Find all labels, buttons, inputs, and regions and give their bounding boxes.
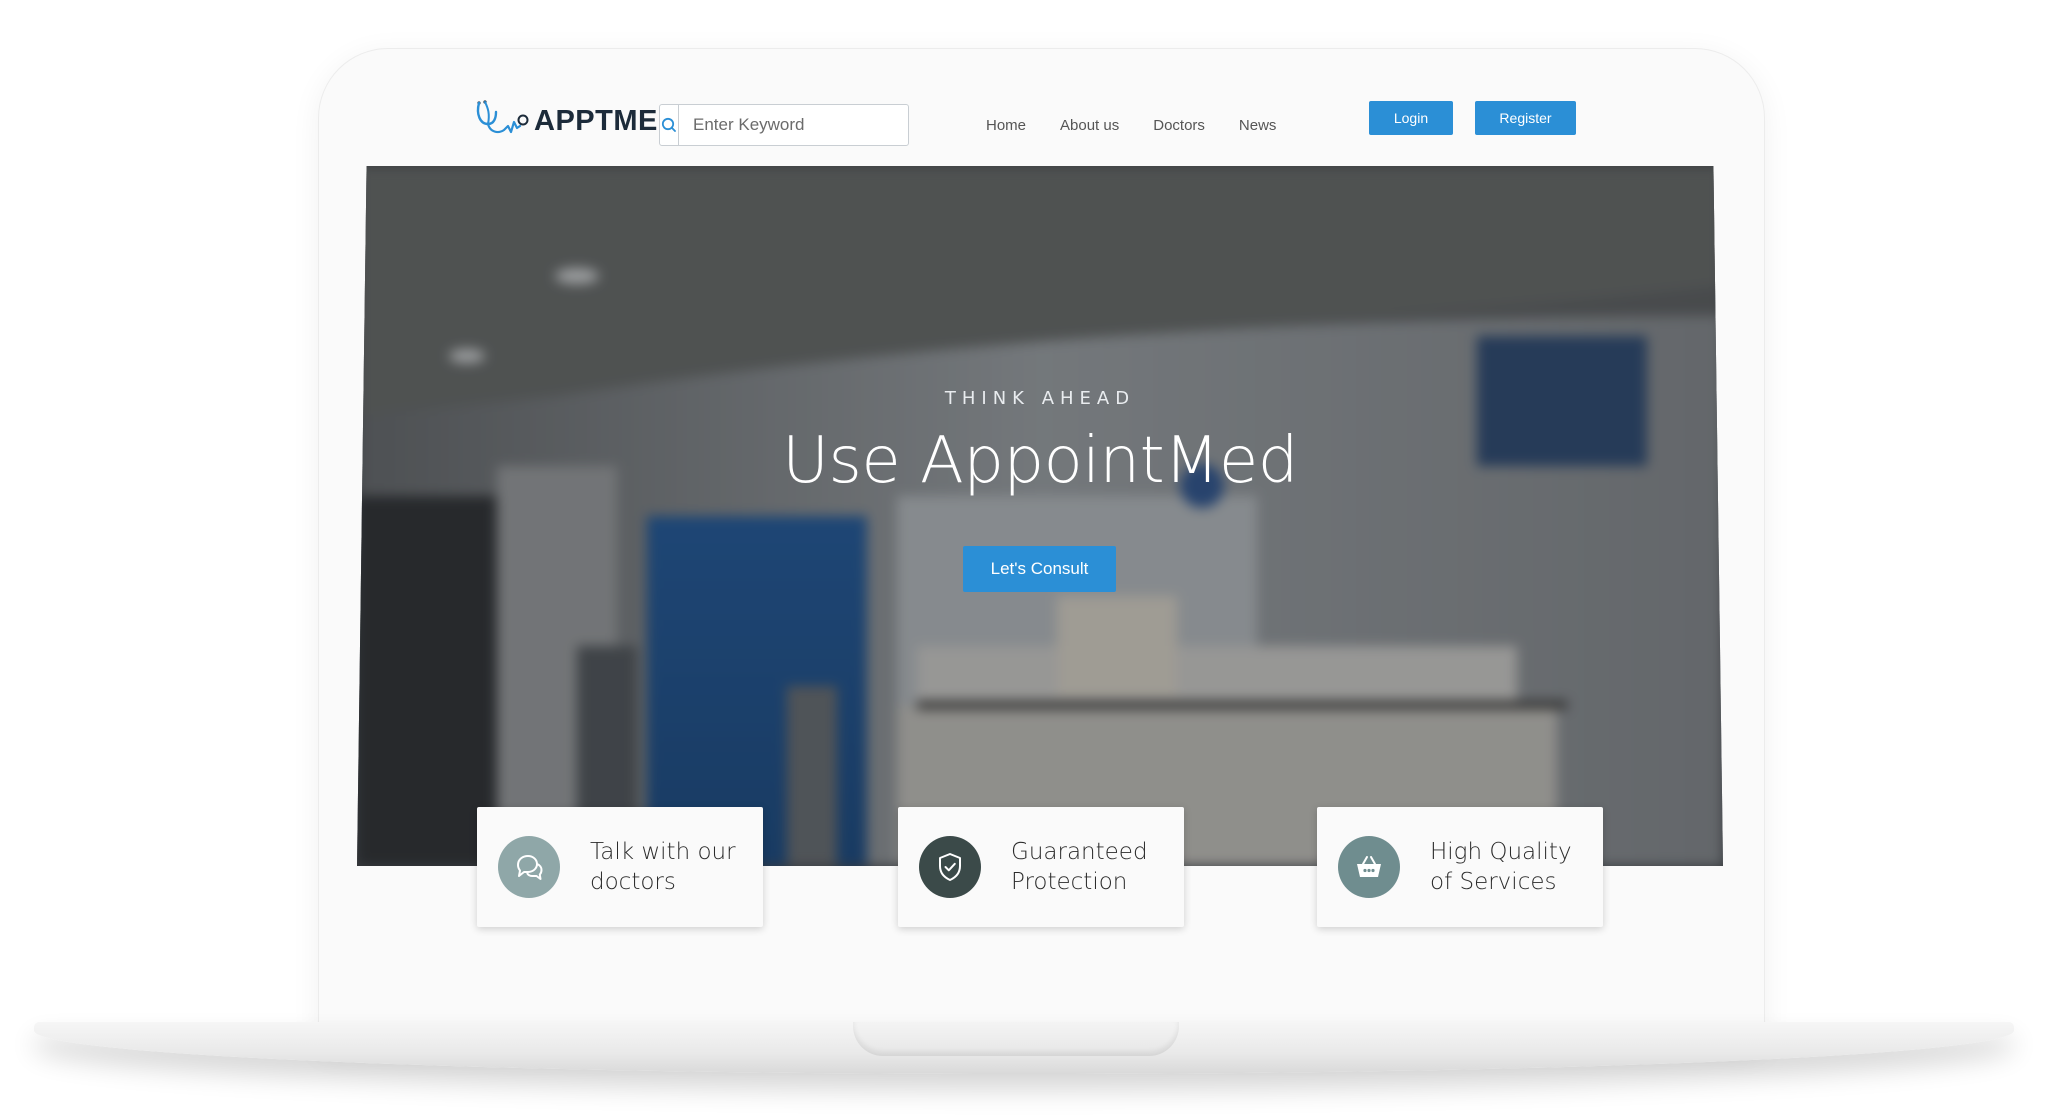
shield-check-icon — [919, 836, 981, 898]
feature-label: Guaranteed Protection — [1011, 839, 1148, 895]
login-button[interactable]: Login — [1369, 101, 1453, 135]
consult-button[interactable]: Let's Consult — [963, 546, 1116, 592]
hero-overlay — [357, 166, 1723, 866]
feature-label: High Quality of Services — [1430, 839, 1572, 895]
main-nav: Home About us Doctors News — [986, 117, 1276, 134]
hero-eyebrow: THINK AHEAD — [944, 388, 1136, 409]
nav-home[interactable]: Home — [986, 117, 1026, 134]
nav-about-us[interactable]: About us — [1060, 117, 1119, 134]
stethoscope-icon — [476, 100, 529, 134]
feature-label: Talk with our doctors — [590, 839, 736, 895]
chat-bubbles-icon — [498, 836, 560, 898]
nav-news[interactable]: News — [1239, 117, 1277, 134]
brand-logo[interactable]: APPTMED — [470, 98, 679, 144]
feature-card-protection[interactable]: Guaranteed Protection — [898, 807, 1184, 927]
basket-icon — [1338, 836, 1400, 898]
brand-name: APPTMED — [534, 104, 680, 137]
search-button[interactable] — [660, 105, 679, 145]
feature-card-doctors[interactable]: Talk with our doctors — [477, 807, 763, 927]
search-box — [659, 104, 928, 146]
hero-banner: THINK AHEAD Use AppointMed Let's Consult — [357, 166, 1723, 866]
register-button[interactable]: Register — [1475, 101, 1576, 135]
search-input[interactable] — [679, 105, 928, 145]
laptop-notch — [853, 1022, 1179, 1056]
stage: APPTMED Home About us Doctors News Login… — [0, 0, 2048, 1116]
feature-card-quality[interactable]: High Quality of Services — [1317, 807, 1603, 927]
hero-title: Use AppointMed — [782, 424, 1298, 498]
nav-doctors[interactable]: Doctors — [1153, 117, 1205, 134]
search-icon — [661, 117, 676, 132]
